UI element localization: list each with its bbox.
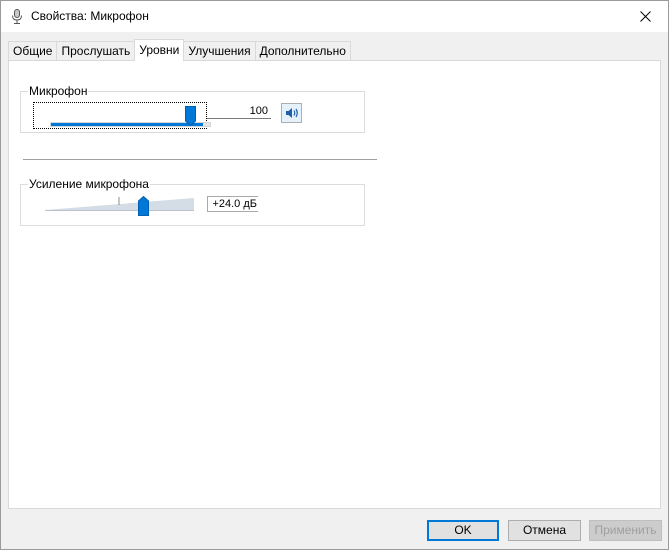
tab-levels[interactable]: Уровни [134,39,185,61]
properties-window: Свойства: Микрофон Общие Прослушать Уров… [0,0,669,550]
close-button[interactable] [622,1,668,32]
speaker-icon [285,108,298,118]
cancel-button[interactable]: Отмена [508,520,581,541]
boost-slider-thumb[interactable] [137,196,149,216]
boost-value: +24.0 дБ [207,196,258,212]
tab-strip: Общие Прослушать Уровни Улучшения Дополн… [8,39,351,61]
microphone-slider-thumb[interactable] [185,106,196,126]
microphone-slider-fill [51,123,203,126]
microphone-icon [10,9,24,25]
title-bar: Свойства: Микрофон [1,1,668,32]
tab-listen[interactable]: Прослушать [56,41,136,61]
tab-enhancements[interactable]: Улучшения [183,41,256,61]
separator [23,159,377,160]
ok-button[interactable]: OK [427,520,499,541]
microphone-slider[interactable] [33,102,211,129]
levels-panel: Микрофон 100 Усиление микрофона +24.0 дБ [8,60,661,509]
boost-group-label: Усиление микрофона [28,177,150,191]
mute-button[interactable] [281,103,302,123]
microphone-group-label: Микрофон [28,84,89,98]
tab-general[interactable]: Общие [8,41,58,61]
microphone-group: Микрофон 100 [20,84,365,133]
tab-advanced[interactable]: Дополнительно [254,41,351,61]
microphone-volume-value[interactable]: 100 [207,103,271,119]
close-icon [639,11,651,22]
apply-button[interactable]: Применить [589,520,662,541]
boost-slider-ramp[interactable] [45,197,194,211]
boost-group: Усиление микрофона +24.0 дБ [20,177,365,226]
window-title: Свойства: Микрофон [31,9,149,23]
